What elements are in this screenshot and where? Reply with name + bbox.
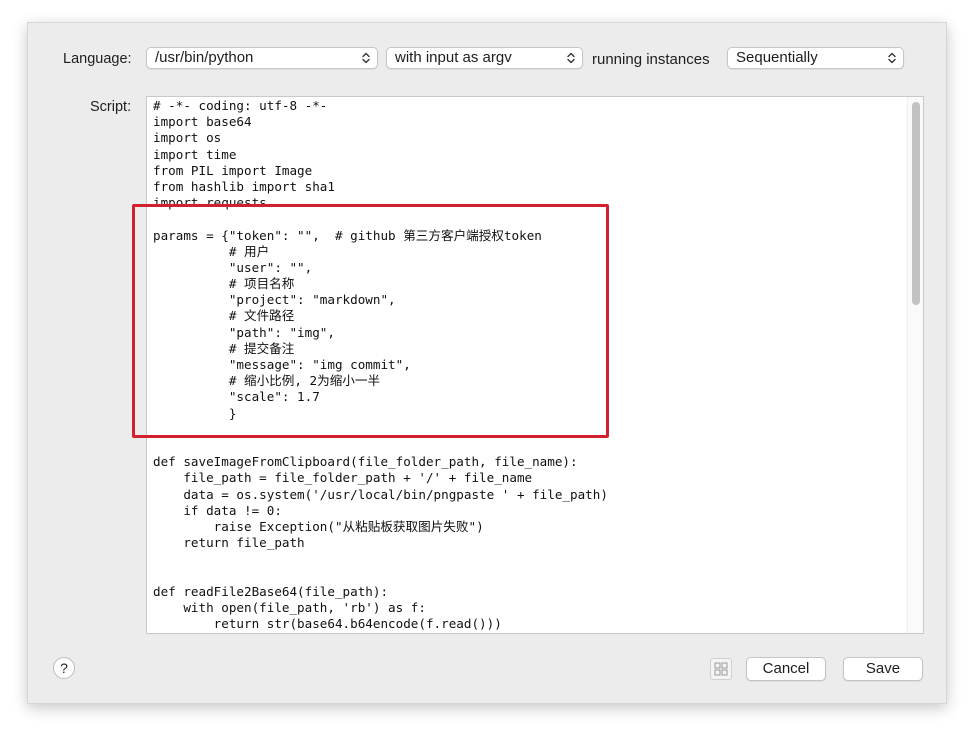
code-line: raise Exception("从粘贴板获取图片失败") xyxy=(153,518,484,534)
popup-arrows-icon xyxy=(888,52,896,64)
workflow-action-sheet: Language: /usr/bin/python with input as … xyxy=(27,22,947,704)
code-line: "user": "", xyxy=(153,259,313,275)
code-line: "path": "img", xyxy=(153,324,335,340)
code-line: # 提交备注 xyxy=(153,340,295,356)
code-line: "message": "img commit", xyxy=(153,357,411,372)
code-line: import base64 xyxy=(153,114,252,130)
scrollbar-thumb[interactable] xyxy=(912,102,920,305)
language-label: Language: xyxy=(63,51,132,67)
code-line: import os xyxy=(153,130,222,146)
code-line: "project": "markdown", xyxy=(153,292,396,308)
language-popup[interactable]: /usr/bin/python xyxy=(146,47,378,69)
grid-view-glyph xyxy=(714,662,728,676)
code-line: # 缩小比例, 2为缩小一半 xyxy=(153,373,381,389)
save-button[interactable]: Save xyxy=(843,657,923,681)
code-line: # 文件路径 xyxy=(153,308,295,324)
code-line: # 项目名称 xyxy=(153,276,295,292)
script-label: Script: xyxy=(90,99,132,115)
code-line: file_path = file_folder_path + '/' + fil… xyxy=(153,470,533,486)
code-line: with open(file_path, 'rb') as f: xyxy=(153,599,426,615)
code-line: # -*- coding: utf-8 -*- xyxy=(153,98,328,113)
code-line: } xyxy=(153,405,237,421)
popup-arrows-icon xyxy=(362,52,370,64)
running-instances-popup[interactable]: Sequentially xyxy=(727,47,904,69)
code-line: # 用户 xyxy=(153,243,270,259)
input-mode-popup[interactable]: with input as argv xyxy=(386,47,583,69)
popup-arrows-icon xyxy=(567,52,575,64)
code-line: data = os.system('/usr/local/bin/pngpast… xyxy=(153,486,608,502)
language-popup-value: /usr/bin/python xyxy=(155,49,254,66)
code-line: params = {"token": "", # github 第三方客户端授权… xyxy=(153,227,542,243)
code-line: from PIL import Image xyxy=(153,162,313,178)
running-instances-label: running instances xyxy=(592,51,710,68)
code-line: def saveImageFromClipboard(file_folder_p… xyxy=(153,454,578,470)
code-line: from hashlib import sha1 xyxy=(153,178,335,194)
code-line: "scale": 1.7 xyxy=(153,389,320,405)
input-mode-popup-value: with input as argv xyxy=(395,49,512,66)
scrollbar-track[interactable] xyxy=(907,97,923,633)
help-icon[interactable]: ? xyxy=(53,657,75,679)
script-code[interactable]: # -*- coding: utf-8 -*- import base64 impo… xyxy=(153,98,903,632)
cancel-button[interactable]: Cancel xyxy=(746,657,826,681)
script-editor[interactable]: # -*- coding: utf-8 -*- import base64 impo… xyxy=(146,96,924,634)
code-line: import requests xyxy=(153,195,267,211)
code-line: def readFile2Base64(file_path): xyxy=(153,583,389,599)
code-line: return str(base64.b64encode(f.read())) xyxy=(153,616,502,631)
code-line: return file_path xyxy=(153,535,305,551)
running-instances-popup-value: Sequentially xyxy=(736,49,818,66)
code-line: import time xyxy=(153,146,237,162)
code-line: if data != 0: xyxy=(153,502,282,518)
grid-view-icon[interactable] xyxy=(710,658,732,680)
